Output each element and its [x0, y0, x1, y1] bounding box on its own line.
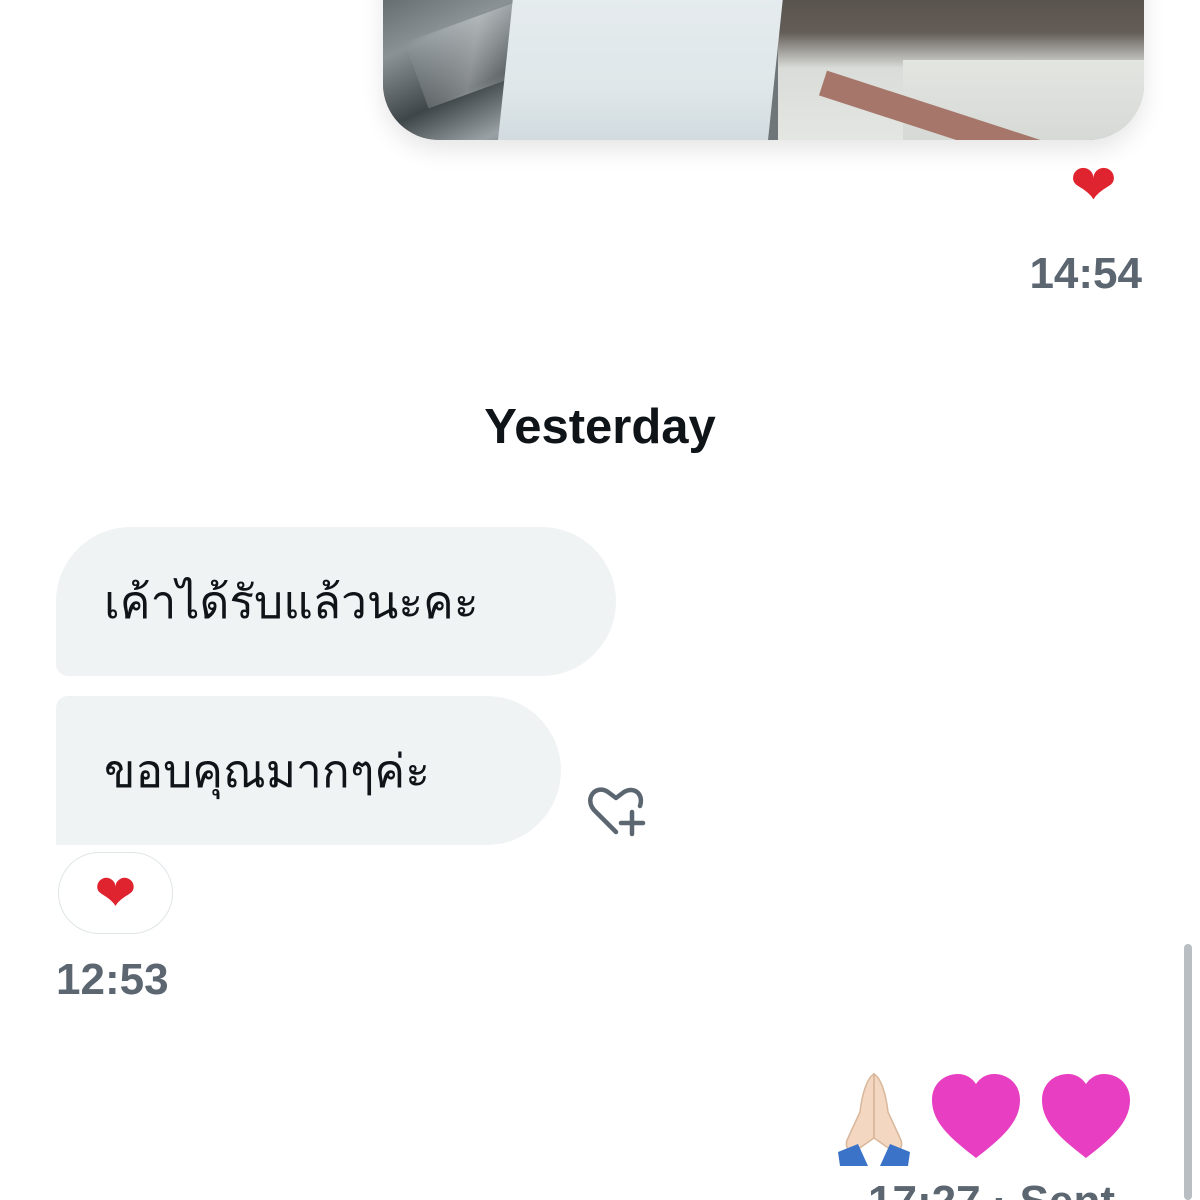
incoming-message-bubble[interactable]: เค้าได้รับแล้วนะคะ	[56, 527, 616, 676]
message-text: ขอบคุณมากๆค่ะ	[104, 743, 430, 798]
heart-plus-icon[interactable]	[586, 786, 652, 838]
pink-heart-icon	[1042, 1074, 1130, 1158]
incoming-message-bubble[interactable]: ขอบคุณมากๆค่ะ	[56, 696, 561, 845]
incoming-timestamp: 12:53	[56, 955, 169, 1004]
folded-hands-icon	[838, 1072, 910, 1166]
dm-conversation-screen: ❤ 14:54 Yesterday เค้าได้รับแล้วนะคะ ขอบ…	[0, 0, 1200, 1200]
scrollbar[interactable]	[1184, 944, 1192, 1200]
message-text: เค้าได้รับแล้วนะคะ	[104, 574, 479, 629]
outgoing-emoji-message[interactable]	[834, 1068, 1134, 1166]
reaction-heart-icon: ❤	[94, 864, 137, 922]
photo-reaction-heart-icon[interactable]: ❤	[1070, 158, 1117, 214]
pink-heart-icon	[932, 1074, 1020, 1158]
message-reaction-pill[interactable]: ❤	[58, 852, 173, 934]
outgoing-timestamp: 17:27 · Sent	[868, 1180, 1115, 1200]
date-separator: Yesterday	[484, 400, 716, 454]
sent-photo[interactable]	[383, 0, 1144, 140]
photo-region-paper	[496, 0, 790, 140]
photo-timestamp: 14:54	[1029, 249, 1142, 298]
